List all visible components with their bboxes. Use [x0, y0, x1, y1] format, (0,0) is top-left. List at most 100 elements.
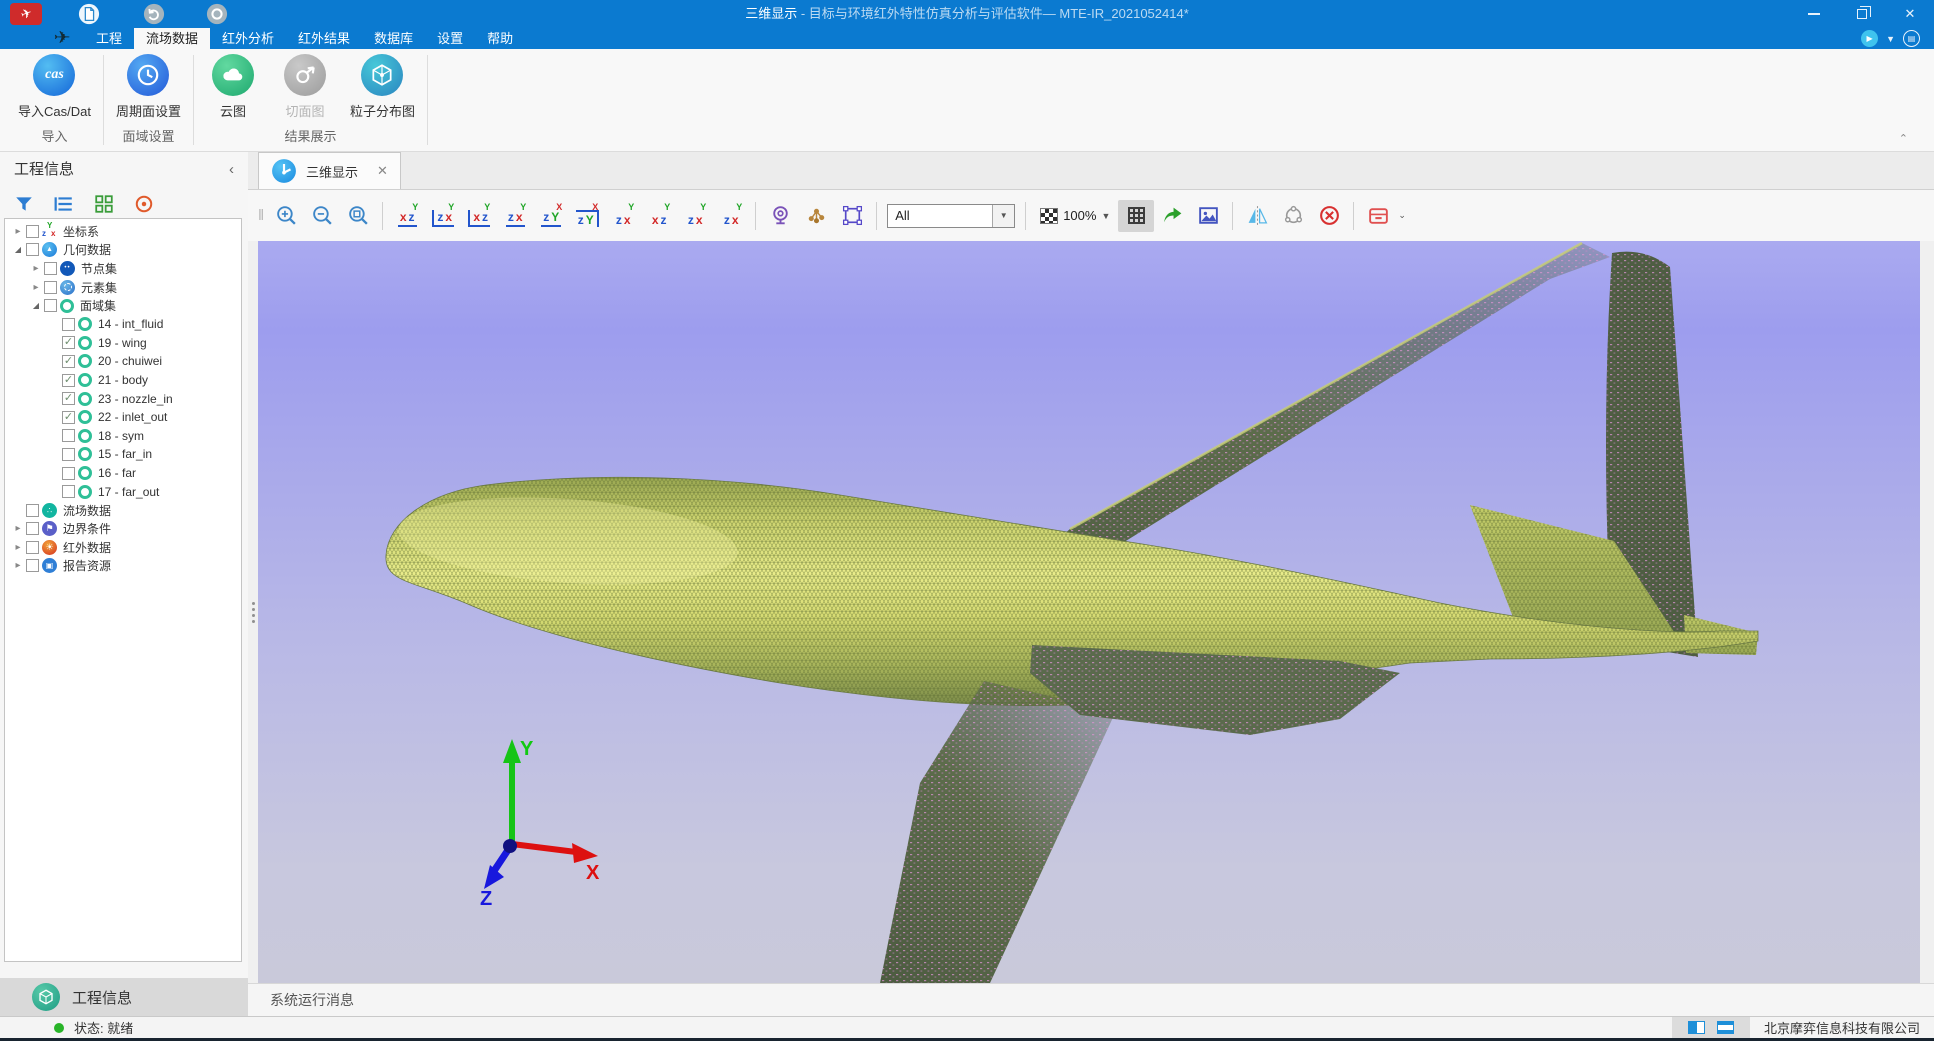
ribbon-button-clock[interactable]: 周期面设置 [116, 54, 181, 125]
filter-icon[interactable] [14, 194, 34, 214]
tree-checkbox[interactable] [44, 299, 57, 312]
expand-arrow-icon[interactable]: ▸ [11, 560, 25, 571]
expand-arrow-icon[interactable]: ▸ [29, 263, 43, 274]
particles-button[interactable] [798, 200, 834, 232]
menu-item[interactable]: 红外分析 [210, 28, 286, 49]
tree-checkbox[interactable] [62, 318, 75, 331]
tree-item[interactable]: 16 - far [5, 464, 241, 483]
mesh-toggle-button[interactable] [1118, 200, 1154, 232]
list-settings-icon[interactable] [54, 194, 74, 214]
quick-view-icon[interactable]: ▶ [1861, 30, 1878, 47]
chevron-down-icon[interactable]: ⌄ [1398, 210, 1406, 221]
snapshot-button[interactable] [1190, 200, 1226, 232]
menu-item[interactable]: 红外结果 [286, 28, 362, 49]
zoom-fit-button[interactable] [340, 200, 376, 232]
ribbon-button-cloud[interactable]: 云图 [206, 54, 260, 125]
tree-checkbox[interactable] [62, 429, 75, 442]
restore-button[interactable] [1838, 0, 1886, 28]
tree-item[interactable]: ✓20 - chuiwei [5, 352, 241, 371]
expand-arrow-icon[interactable]: ▸ [11, 226, 25, 237]
smooth-mesh-button[interactable] [1275, 200, 1311, 232]
menu-item[interactable]: 流场数据 [134, 28, 210, 49]
expand-arrow-icon[interactable]: ▸ [11, 523, 25, 534]
layout-split-icon[interactable] [1688, 1021, 1705, 1034]
tree-item[interactable]: ✓21 - body [5, 371, 241, 390]
grid-view-icon[interactable] [94, 194, 114, 214]
menu-item[interactable]: 设置 [425, 28, 475, 49]
toolbar-drag-handle[interactable]: ‖ [258, 207, 262, 224]
view-orientation-button[interactable]: Yzx [497, 200, 533, 232]
tree-checkbox[interactable] [26, 559, 39, 572]
tab-close-icon[interactable]: ✕ [377, 163, 388, 179]
tree-item[interactable]: ◢▲几何数据 [5, 241, 241, 260]
close-button[interactable]: ✕ [1886, 0, 1934, 28]
app-icon[interactable]: ✈ [10, 3, 42, 25]
menu-item[interactable]: 工程 [84, 28, 134, 49]
tree-item[interactable]: 18 - sym [5, 427, 241, 446]
zoom-in-button[interactable] [268, 200, 304, 232]
zoom-out-button[interactable] [304, 200, 340, 232]
view-orientation-button[interactable]: Yzx [425, 200, 461, 232]
menu-item[interactable]: 帮助 [475, 28, 525, 49]
tree-item[interactable]: 14 - int_fluid [5, 315, 241, 334]
tree-checkbox[interactable]: ✓ [62, 411, 75, 424]
tree-item[interactable]: ✓23 - nozzle_in [5, 389, 241, 408]
tree-checkbox[interactable] [26, 522, 39, 535]
tree-item[interactable]: ✓22 - inlet_out [5, 408, 241, 427]
undo-button[interactable] [143, 3, 165, 25]
view-orientation-button[interactable]: Yzx [713, 200, 749, 232]
tree-checkbox[interactable] [62, 467, 75, 480]
display-filter-dropdown[interactable]: All ▼ [887, 204, 1015, 228]
panel-bottom-bar[interactable]: 工程信息 [0, 978, 248, 1016]
ribbon-collapse-chevron[interactable]: ⌃ [1899, 132, 1908, 145]
minimize-button[interactable] [1790, 0, 1838, 28]
tree-checkbox[interactable] [44, 281, 57, 294]
layout-horizontal-icon[interactable] [1717, 1021, 1734, 1034]
tab-3d-view[interactable]: 三维显示 ✕ [258, 152, 401, 189]
menu-item[interactable]: 数据库 [362, 28, 425, 49]
target-icon[interactable] [134, 194, 154, 214]
tree-checkbox[interactable] [62, 485, 75, 498]
tree-item[interactable]: ▸⚑边界条件 [5, 520, 241, 539]
tree-item[interactable]: ▸☀红外数据 [5, 538, 241, 557]
view-orientation-button[interactable]: Yzx [605, 200, 641, 232]
mirror-button[interactable] [1239, 200, 1275, 232]
help-book-icon[interactable]: ▤ [1903, 30, 1920, 47]
tree-item[interactable]: 17 - far_out [5, 482, 241, 501]
export-button[interactable] [1154, 200, 1190, 232]
tree-checkbox[interactable]: ✓ [62, 392, 75, 405]
panel-collapse-button[interactable]: ‹ [229, 152, 234, 188]
view-orientation-button[interactable]: XzY [569, 200, 605, 232]
view-orientation-button[interactable]: XzY [533, 200, 569, 232]
chevron-down-icon[interactable]: ▼ [1886, 34, 1895, 44]
view-orientation-button[interactable]: Yzx [677, 200, 713, 232]
ribbon-button-cas[interactable]: cas导入Cas/Dat [18, 54, 91, 125]
clear-button[interactable] [1311, 200, 1347, 232]
expand-arrow-icon[interactable]: ◢ [29, 301, 43, 310]
tree-checkbox[interactable] [26, 225, 39, 238]
expand-arrow-icon[interactable]: ▸ [29, 282, 43, 293]
tree-item[interactable]: ✓19 - wing [5, 334, 241, 353]
tree-checkbox[interactable] [62, 448, 75, 461]
expand-arrow-icon[interactable]: ◢ [11, 245, 25, 254]
camera-button[interactable] [762, 200, 798, 232]
tree-checkbox[interactable] [26, 541, 39, 554]
tree-checkbox[interactable] [26, 243, 39, 256]
tree-item[interactable]: ∴流场数据 [5, 501, 241, 520]
redo-button[interactable] [206, 3, 228, 25]
select-rectangle-button[interactable] [834, 200, 870, 232]
tree-item[interactable]: ▸元素集 [5, 278, 241, 297]
tree-checkbox[interactable] [26, 504, 39, 517]
tree-item[interactable]: 15 - far_in [5, 445, 241, 464]
tree-checkbox[interactable]: ✓ [62, 355, 75, 368]
view-orientation-button[interactable]: Yxz [389, 200, 425, 232]
expand-arrow-icon[interactable]: ▸ [11, 542, 25, 553]
view-orientation-button[interactable]: Yxz [641, 200, 677, 232]
panel-splitter[interactable] [248, 241, 258, 983]
tree-checkbox[interactable]: ✓ [62, 374, 75, 387]
tree-checkbox[interactable] [44, 262, 57, 275]
view-orientation-button[interactable]: Yxz [461, 200, 497, 232]
ribbon-button-particle[interactable]: 粒子分布图 [350, 54, 415, 125]
tree-item[interactable]: ▸Yzx坐标系 [5, 222, 241, 241]
opacity-zoom-button[interactable]: 100% ▼ [1032, 200, 1118, 232]
